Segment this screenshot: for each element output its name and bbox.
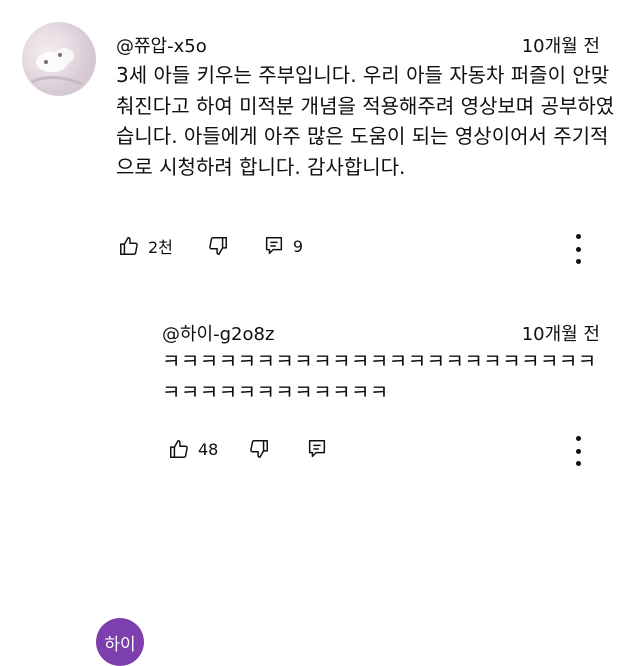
thumbs-down-icon [209,237,227,255]
like-button[interactable]: 2천 [118,234,173,258]
comment-actions: 2천 9 [118,234,303,258]
thumbs-up-icon [120,237,138,255]
comment-author-handle[interactable]: @하이-g2o8z [162,320,274,346]
reply-button[interactable] [306,438,328,460]
comment-timestamp[interactable]: 10개월 전 [522,320,600,346]
thumbs-up-icon [170,440,188,458]
thumbs-down-icon [250,440,269,458]
reply-icon [265,237,282,255]
avatar[interactable] [22,22,96,96]
comment-actions: 48 [168,438,328,460]
more-options-icon[interactable] [574,234,582,264]
like-count: 2천 [148,238,173,257]
comment-text: 3세 아들 키우는 주부입니다. 우리 아들 자동차 퍼즐이 안맞춰진다고 하여… [116,63,615,179]
reply-button[interactable]: 9 [263,235,303,257]
reply-count: 9 [292,236,304,256]
comment: @쮸압-x5o 10개월 전 3세 아들 키우는 주부입니다. 우리 아들 자동… [0,0,640,290]
more-options-icon[interactable] [574,436,582,466]
like-button[interactable]: 48 [168,438,218,460]
reply-comment: 하이 @하이-g2o8z 10개월 전 ㅋㅋㅋㅋㅋㅋㅋㅋㅋㅋㅋㅋㅋㅋㅋㅋㅋㅋㅋㅋ… [0,300,640,666]
dislike-button[interactable] [207,235,229,257]
reply-icon [309,440,326,458]
avatar[interactable]: 하이 [96,618,144,666]
comment-author-handle[interactable]: @쮸압-x5o [116,32,207,58]
comment-text: ㅋㅋㅋㅋㅋㅋㅋㅋㅋㅋㅋㅋㅋㅋㅋㅋㅋㅋㅋㅋㅋㅋㅋㅋㅋㅋㅋㅋㅋㅋㅋㅋㅋㅋㅋ [162,349,597,404]
dislike-button[interactable] [248,438,270,460]
like-count: 48 [198,439,219,459]
comment-timestamp[interactable]: 10개월 전 [522,32,600,58]
